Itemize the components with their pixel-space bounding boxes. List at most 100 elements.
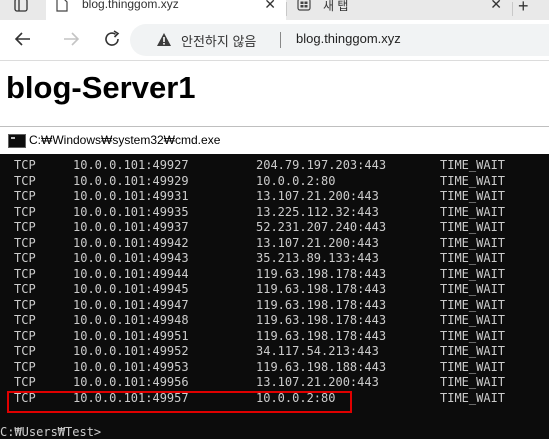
local-address-cell: 10.0.0.101:49935 [73, 204, 189, 219]
protocol-cell: TCP [14, 328, 36, 343]
connection-row: TCP 10.0.0.101:49956 13.107.21.200:443 TIME… [0, 374, 549, 390]
protocol-cell: TCP [14, 375, 36, 389]
warning-icon[interactable] [156, 32, 172, 47]
new-tab-page-icon [297, 0, 311, 11]
local-address-cell: 10.0.0.101:49952 [73, 344, 189, 358]
state-cell: TIME_WAIT [440, 328, 506, 343]
browser-toolbar: 안전하지 않음 blog.thinggom.xyz [0, 20, 549, 61]
foreign-address-cell: 119.63.198.188:443 [256, 359, 387, 374]
state-cell: TIME_WAIT [440, 266, 506, 281]
foreign-address-cell: 13.107.21.200:443 [256, 189, 379, 203]
address-divider [280, 32, 281, 48]
protocol-cell: TCP [14, 251, 36, 265]
foreign-address-cell: 52.231.207.240:443 [256, 220, 387, 234]
tab-actions-button[interactable] [8, 0, 34, 16]
tab-new[interactable]: 새 탭 ✕ [287, 0, 512, 20]
state-cell: TIME_WAIT [440, 173, 506, 188]
command-prompt[interactable]: C:₩Users₩Test> [0, 425, 101, 439]
foreign-address-cell: 13.107.21.200:443 [256, 375, 379, 389]
back-icon[interactable] [12, 28, 34, 50]
connection-row: TCP 10.0.0.101:49944 119.63.198.178:443 TIM… [0, 266, 549, 282]
local-address-cell: 10.0.0.101:49937 [73, 220, 189, 234]
tab-title: 새 탭 [323, 0, 349, 13]
close-icon[interactable]: ✕ [490, 0, 502, 13]
local-address-cell: 10.0.0.101:49944 [73, 266, 189, 281]
local-address-cell: 10.0.0.101:49945 [73, 282, 189, 296]
connection-row: TCP 10.0.0.101:49947 119.63.198.178:443 TIM… [0, 297, 549, 313]
state-cell: TIME_WAIT [440, 220, 506, 234]
foreign-address-cell: 119.63.198.178:443 [256, 313, 387, 327]
foreign-address-cell: 204.79.197.203:443 [256, 158, 387, 172]
state-cell: TIME_WAIT [440, 204, 506, 219]
protocol-cell: TCP [14, 235, 36, 250]
foreign-address-cell: 34.117.54.213:443 [256, 344, 379, 358]
connection-row: TCP 10.0.0.101:49952 34.117.54.213:443 TIME… [0, 343, 549, 359]
connection-row: TCP 10.0.0.101:49951 119.63.198.178:443 TIM… [0, 328, 549, 344]
state-cell: TIME_WAIT [440, 235, 506, 250]
protocol-cell: TCP [14, 266, 36, 281]
local-address-cell: 10.0.0.101:49956 [73, 375, 189, 389]
close-icon[interactable]: ✕ [264, 0, 276, 13]
forward-icon[interactable] [60, 28, 82, 50]
connection-row: TCP 10.0.0.101:49945 119.63.198.178:443 TIM… [0, 281, 549, 297]
local-address-cell: 10.0.0.101:49953 [73, 359, 189, 374]
protocol-cell: TCP [14, 173, 36, 188]
connection-row: TCP 10.0.0.101:49953 119.63.198.188:443 TIM… [0, 359, 549, 375]
foreign-address-cell: 119.63.198.178:443 [256, 328, 387, 343]
protocol-cell: TCP [14, 189, 36, 203]
state-cell: TIME_WAIT [440, 297, 506, 312]
protocol-cell: TCP [14, 297, 36, 312]
protocol-cell: TCP [14, 282, 36, 296]
state-cell: TIME_WAIT [440, 313, 506, 327]
connection-row: TCP 10.0.0.101:49935 13.225.112.32:443 TIME… [0, 204, 549, 220]
local-address-cell: 10.0.0.101:49943 [73, 251, 189, 265]
state-cell: TIME_WAIT [440, 375, 506, 389]
protocol-cell: TCP [14, 313, 36, 327]
tab-actions-icon [14, 0, 28, 12]
url-text[interactable]: blog.thinggom.xyz [296, 31, 401, 46]
protocol-cell: TCP [14, 344, 36, 358]
connection-row: TCP 10.0.0.101:49927 204.79.197.203:443 TIM… [0, 157, 549, 173]
local-address-cell: 10.0.0.101:49951 [73, 328, 189, 343]
local-address-cell: 10.0.0.101:49947 [73, 297, 189, 312]
state-cell: TIME_WAIT [440, 251, 506, 265]
page-favicon-icon [56, 0, 68, 12]
local-address-cell: 10.0.0.101:49927 [73, 158, 189, 172]
local-address-cell: 10.0.0.101:49948 [73, 313, 189, 327]
protocol-cell: TCP [14, 204, 36, 219]
local-address-cell: 10.0.0.101:49931 [73, 189, 189, 203]
foreign-address-cell: 119.63.198.178:443 [256, 282, 387, 296]
tab-strip: blog.thinggom.xyz ✕ 새 탭 ✕ + [0, 0, 549, 20]
state-cell: TIME_WAIT [440, 390, 506, 405]
state-cell: TIME_WAIT [440, 282, 506, 296]
tab-blog[interactable]: blog.thinggom.xyz ✕ [46, 0, 286, 20]
foreign-address-cell: 119.63.198.178:443 [256, 297, 387, 312]
foreign-address-cell: 10.0.0.2:80 [256, 173, 336, 188]
security-warning[interactable]: 안전하지 않음 [181, 31, 256, 50]
protocol-cell: TCP [14, 158, 36, 172]
state-cell: TIME_WAIT [440, 359, 506, 374]
cmd-app-icon [8, 134, 26, 148]
address-bar[interactable]: 안전하지 않음 blog.thinggom.xyz [130, 24, 549, 56]
connection-row: TCP 10.0.0.101:49948 119.63.198.178:443 TIM… [0, 312, 549, 328]
connection-row: TCP 10.0.0.101:49943 35.213.89.133:443 TIME… [0, 250, 549, 266]
foreign-address-cell: 13.107.21.200:443 [256, 235, 379, 250]
tab-divider [512, 2, 513, 16]
foreign-address-cell: 35.213.89.133:443 [256, 251, 379, 265]
page-title: blog-Server1 [6, 70, 196, 105]
foreign-address-cell: 13.225.112.32:443 [256, 204, 379, 219]
connection-row: TCP 10.0.0.101:49942 13.107.21.200:443 TIME… [0, 235, 549, 251]
local-address-cell: 10.0.0.101:49942 [73, 235, 189, 250]
reload-icon[interactable] [101, 28, 123, 50]
foreign-address-cell: 119.63.198.178:443 [256, 266, 387, 281]
protocol-cell: TCP [14, 220, 36, 234]
tab-title: blog.thinggom.xyz [82, 0, 179, 11]
cmd-window-title: C:₩Windows₩system32₩cmd.exe [29, 133, 221, 147]
cmd-titlebar[interactable]: C:₩Windows₩system32₩cmd.exe [0, 127, 549, 154]
connection-row: TCP 10.0.0.101:49929 10.0.0.2:80 TIME_WAIT [0, 173, 549, 189]
state-cell: TIME_WAIT [440, 158, 506, 172]
new-tab-icon[interactable]: + [518, 0, 529, 17]
state-cell: TIME_WAIT [440, 189, 506, 203]
state-cell: TIME_WAIT [440, 344, 506, 358]
connection-row: TCP 10.0.0.101:49937 52.231.207.240:443 TIM… [0, 219, 549, 235]
